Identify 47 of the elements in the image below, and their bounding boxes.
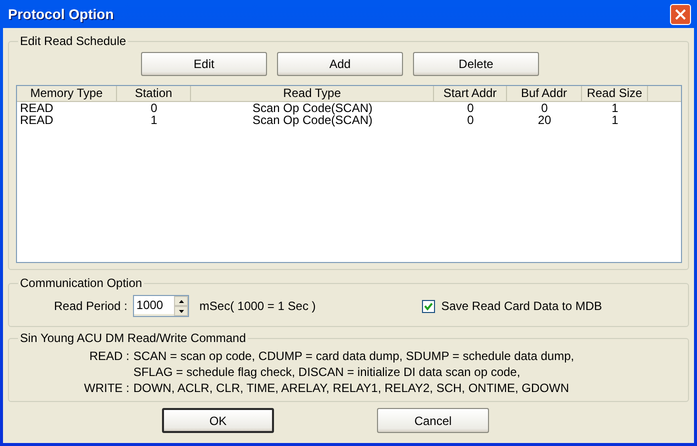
checkbox-label: Save Read Card Data to MDB (441, 299, 602, 313)
column-header[interactable]: Read Size (582, 86, 648, 101)
table-cell-text: Scan Op Code(SCAN) (251, 102, 374, 114)
list-row[interactable]: READ 1 Scan Op Code(SCAN) 0 20 1 (17, 114, 681, 126)
dialog-button[interactable]: OK (162, 408, 274, 433)
dialog-button[interactable]: Cancel (377, 408, 489, 433)
table-cell-text: 1 (610, 114, 620, 126)
table-cell-text: READ (19, 102, 54, 114)
column-header[interactable]: Memory Type (17, 86, 117, 101)
spin-down-button[interactable] (174, 306, 188, 316)
group-title: Sin Young ACU DM Read/Write Command (19, 331, 247, 345)
spin-up-button[interactable] (174, 296, 188, 306)
group-title: Communication Option (19, 276, 144, 290)
table-cell-text: 0 (466, 114, 475, 126)
list-row[interactable]: READ 0 Scan Op Code(SCAN) 0 0 1 (17, 102, 681, 114)
table-cell-text: 0 (466, 102, 475, 114)
column-header[interactable]: Read Type (191, 86, 434, 101)
table-cell-text: READ (19, 114, 54, 126)
unit-text: mSec( 1000 = 1 Sec ) (199, 299, 316, 313)
field-label: Read Period : (54, 299, 128, 313)
column-header[interactable]: Buf Addr (507, 86, 582, 101)
command-text: DOWN, ACLR, CLR, TIME, ARELAY, RELAY1, RELAY2, SCH, ONTIME, GDOWN (133, 381, 570, 395)
column-header[interactable]: Start Addr (434, 86, 507, 101)
group-title: Edit Read Schedule (19, 34, 128, 48)
close-button[interactable] (670, 4, 691, 24)
table-cell-text: 20 (536, 114, 552, 126)
up-arrow-icon (178, 300, 184, 302)
table-cell-text: 0 (540, 102, 549, 114)
close-icon (675, 8, 686, 20)
window-title: Protocol Option (8, 6, 114, 22)
command-label: WRITE : (84, 381, 130, 395)
column-header[interactable]: Station (117, 86, 191, 101)
action-button[interactable]: Add (277, 52, 403, 76)
schedule-list[interactable]: Memory Type Station Read Type Start Addr Buf Addr Read Size READ 0 Scan Op Code(SCAN) 0 0 1 READ 1 Scan Op Code(SCAN) 0 20 1 (16, 85, 682, 263)
action-button[interactable]: Delete (413, 52, 539, 76)
command-text: SCAN = scan op code, CDUMP = card data dump, SDUMP = schedule data dump, (133, 349, 574, 363)
table-cell-text: 0 (150, 102, 158, 114)
action-button[interactable]: Edit (141, 52, 267, 76)
command-text: SFLAG = schedule flag check, DISCAN = initialize DI data scan op code, (133, 365, 522, 379)
down-arrow-icon (178, 310, 184, 312)
spin-field[interactable]: 1000 (133, 295, 190, 317)
checkbox[interactable] (422, 300, 436, 312)
table-cell-text: Scan Op Code(SCAN) (251, 114, 374, 126)
command-label: READ : (89, 349, 130, 363)
table-cell-text: 1 (610, 102, 620, 114)
table-cell-text: 1 (150, 114, 158, 126)
check-icon (424, 302, 434, 310)
